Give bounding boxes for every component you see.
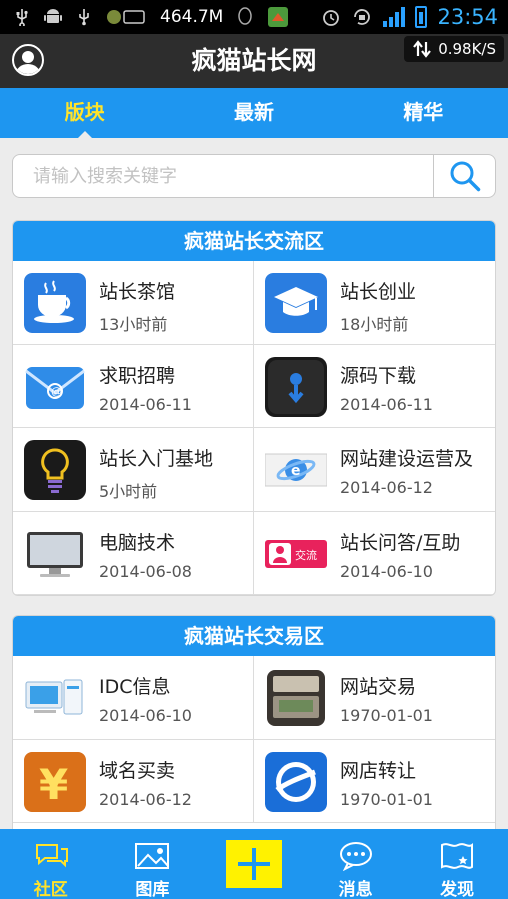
bottom-navigation: 社区 图库 消息 发现	[0, 829, 508, 899]
rotation-lock-icon	[351, 6, 373, 28]
nav-gallery[interactable]: 图库	[102, 829, 204, 899]
map-flag-icon	[441, 843, 474, 869]
yen-icon: ¥	[24, 751, 86, 812]
forum-item-time: 2014-06-10	[99, 706, 192, 725]
svg-text:@: @	[51, 385, 62, 398]
forum-item-source-download[interactable]: 源码下载 2014-06-11	[254, 345, 495, 428]
battery-icon	[415, 6, 428, 28]
forum-item-site-building[interactable]: e 网站建设运营及 2014-06-12	[254, 428, 495, 512]
forum-section-exchange: 疯猫站长交流区 站长茶馆 13小时前 站长创业 18小时前 @ 求职招聘 201…	[12, 220, 496, 596]
forum-item-name: 域名买卖	[99, 759, 176, 782]
tab-forums[interactable]: 版块	[0, 88, 169, 140]
forum-item-name: IDC信息	[99, 676, 171, 698]
qq-icon	[237, 7, 253, 27]
graduation-cap-icon	[265, 273, 327, 333]
ie-globe-icon: e	[265, 440, 327, 500]
section-title: 疯猫站长交易区	[13, 616, 495, 656]
server-icon	[24, 668, 86, 728]
search-bar	[12, 154, 496, 198]
forum-item-time: 2014-06-10	[340, 561, 433, 581]
transfer-arrows-icon	[413, 40, 432, 58]
tab-bar: 版块 最新 精华	[0, 88, 508, 140]
android-icon	[44, 7, 62, 27]
forum-item-site-trading[interactable]: 网站交易 1970-01-01	[254, 656, 495, 740]
forum-item-name: 站长茶馆	[99, 281, 176, 303]
forum-item-time: 1970-01-01	[340, 789, 433, 809]
forum-item-startup[interactable]: 站长创业 18小时前	[254, 261, 495, 345]
forum-item-name: 站长入门基地	[99, 448, 214, 470]
forum-item-time: 2014-06-12	[340, 478, 433, 497]
forum-section-trading: 疯猫站长交易区 IDC信息 2014-06-10 网站交易 1970-01-01…	[12, 615, 496, 829]
forum-item-name: 站长创业	[340, 281, 417, 303]
notification-app-icon	[106, 7, 146, 27]
forum-item-time: 1970-01-01	[340, 706, 433, 725]
nav-post[interactable]	[203, 829, 305, 899]
cash-register-icon	[265, 668, 327, 728]
forum-item-shop-transfer[interactable]: 网店转让 1970-01-01	[254, 740, 495, 823]
forum-item-beginners[interactable]: 站长入门基地 5小时前	[13, 428, 254, 512]
tab-featured[interactable]: 精华	[339, 88, 508, 138]
mail-icon: @	[24, 357, 86, 417]
forum-item-name: 站长问答/互助	[340, 531, 461, 554]
forum-item-name: 求职招聘	[99, 364, 176, 387]
nav-label: 图库	[135, 880, 170, 899]
forum-item-time: 2014-06-11	[99, 394, 192, 414]
forum-item-time: 5小时前	[99, 482, 158, 501]
chat-bubbles-icon	[35, 844, 68, 868]
forum-item-name: 电脑技术	[99, 531, 176, 554]
search-input[interactable]	[13, 155, 435, 197]
nav-label: 发现	[440, 880, 475, 899]
memory-usage: 464.7M	[160, 7, 224, 27]
forum-item-idc[interactable]: IDC信息 2014-06-10	[13, 656, 254, 740]
earth-icon	[265, 751, 327, 812]
nav-label: 消息	[338, 880, 373, 899]
forum-item-jobs[interactable]: @ 求职招聘 2014-06-11	[13, 344, 254, 428]
usb-icon	[14, 8, 30, 26]
forum-item-computer-tech[interactable]: 电脑技术 2014-06-08	[13, 511, 254, 595]
status-bar: 464.7M 23:54	[0, 0, 508, 34]
nav-messages[interactable]: 消息	[305, 829, 407, 899]
forum-item-name: 网店转让	[340, 759, 417, 782]
forum-item-name: 源码下载	[340, 364, 417, 387]
clock: 23:54	[437, 5, 498, 29]
picture-icon	[135, 843, 170, 869]
search-button[interactable]	[433, 155, 495, 197]
message-icon	[339, 842, 372, 871]
signal-icon	[383, 7, 406, 27]
network-speed: 0.98K/S	[404, 36, 504, 62]
plus-icon	[237, 848, 270, 880]
title-bar: 疯猫站长网 0.98K/S	[0, 34, 508, 88]
forum-item-time: 18小时前	[340, 315, 409, 334]
svg-text:¥: ¥	[39, 760, 68, 809]
svg-text:交流: 交流	[295, 548, 317, 562]
forum-item-qa[interactable]: 交流 站长问答/互助 2014-06-10	[254, 512, 495, 595]
nav-label: 社区	[33, 880, 68, 899]
teacup-icon	[24, 273, 86, 333]
forum-item-name: 网站交易	[340, 676, 417, 698]
nav-community[interactable]: 社区	[0, 829, 102, 899]
add-post-button[interactable]	[225, 840, 282, 888]
forum-item-name: 网站建设运营及	[340, 448, 474, 470]
forum-item-tea-house[interactable]: 站长茶馆 13小时前	[13, 261, 254, 345]
app-notification-icon	[267, 6, 289, 28]
forum-item-time: 2014-06-12	[99, 789, 192, 809]
forum-item-time: 2014-06-08	[99, 561, 192, 581]
forum-item-time: 13小时前	[99, 315, 168, 334]
network-speed-value: 0.98K/S	[438, 40, 496, 58]
section-title: 疯猫站长交流区	[13, 221, 495, 261]
search-icon	[450, 161, 480, 192]
exchange-badge-icon: 交流	[265, 524, 327, 584]
monitor-icon	[24, 524, 86, 584]
forum-item-domain-trading[interactable]: ¥ 域名买卖 2014-06-12	[13, 739, 254, 823]
nav-discover[interactable]: 发现	[406, 829, 508, 899]
usb-icon	[76, 8, 92, 26]
lightbulb-icon	[24, 440, 86, 500]
tab-latest[interactable]: 最新	[169, 88, 338, 138]
download-icon	[265, 356, 327, 417]
alarm-icon	[321, 7, 341, 27]
forum-item-time: 2014-06-11	[340, 394, 433, 414]
svg-text:e: e	[291, 463, 301, 479]
